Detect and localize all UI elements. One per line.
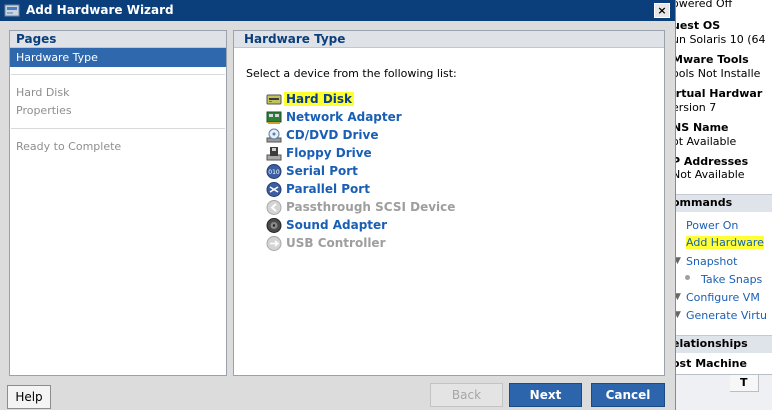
hardware-type-panel: Hardware Type Select a device from the f… <box>233 30 665 376</box>
host-grid: T <box>672 374 772 410</box>
snapshot-link[interactable]: Snapshot <box>686 255 737 268</box>
title-bar[interactable]: Add Hardware Wizard × <box>0 0 675 21</box>
floppy-drive-icon <box>266 147 282 161</box>
help-button[interactable]: Help <box>7 385 51 409</box>
device-label: Network Adapter <box>286 110 402 124</box>
commands-header-label: ommands <box>672 196 733 209</box>
ip-addresses-label: P Addresses <box>672 155 749 168</box>
power-state-value: owered Off <box>672 0 733 10</box>
commands-section-header: ommands <box>672 194 772 212</box>
instruction-text: Select a device from the following list: <box>246 67 457 80</box>
divider <box>11 128 225 129</box>
cancel-button[interactable]: Cancel <box>591 383 665 407</box>
sound-adapter-icon <box>266 218 282 233</box>
panel-header: Hardware Type <box>234 31 664 48</box>
serial-port-icon: 010 <box>266 164 282 179</box>
device-label: Floppy Drive <box>286 146 372 160</box>
device-sound-adapter[interactable]: Sound Adapter <box>266 217 546 234</box>
bullet-icon <box>685 275 690 280</box>
network-adapter-icon <box>266 111 282 124</box>
pages-header: Pages <box>10 31 226 48</box>
device-label: Sound Adapter <box>286 218 388 232</box>
ip-addresses-value: Not Available <box>672 168 745 181</box>
add-hardware-link[interactable]: Add Hardware <box>686 236 764 249</box>
next-button[interactable]: Next <box>509 383 582 407</box>
cd-dvd-drive-icon <box>266 128 282 143</box>
generate-link[interactable]: Generate Virtu <box>686 309 767 322</box>
virtual-hardware-label: irtual Hardwar <box>672 87 763 100</box>
virtual-hardware-value: ersion 7 <box>672 101 717 114</box>
device-network-adapter[interactable]: Network Adapter <box>266 109 546 126</box>
device-serial-port[interactable]: 010 Serial Port <box>266 163 546 180</box>
divider <box>11 74 225 75</box>
device-cd-dvd-drive[interactable]: CD/DVD Drive <box>266 127 546 144</box>
device-parallel-port[interactable]: Parallel Port <box>266 181 546 198</box>
device-usb-controller: USB Controller <box>266 235 546 252</box>
grid-column-header[interactable]: T <box>730 375 759 392</box>
dns-name-value: ot Available <box>672 135 737 148</box>
host-machine-label: ost Machine <box>672 357 747 370</box>
device-label: USB Controller <box>286 236 386 250</box>
page-item-hardware-type[interactable]: Hardware Type <box>10 48 226 67</box>
guest-os-value: un Solaris 10 (64 <box>672 33 766 46</box>
grid-column-label: T <box>740 376 748 389</box>
guest-os-label: uest OS <box>672 19 721 32</box>
device-label: Hard Disk <box>284 92 355 106</box>
device-label: Serial Port <box>286 164 358 178</box>
dns-name-label: NS Name <box>672 121 729 134</box>
parallel-port-icon <box>266 182 282 197</box>
take-snapshot-link[interactable]: Take Snaps <box>701 273 762 286</box>
device-label: Passthrough SCSI Device <box>286 200 456 214</box>
device-hard-disk[interactable]: Hard Disk <box>266 91 546 108</box>
vmware-tools-value: ools Not Installe <box>672 67 761 80</box>
page-item-hard-disk[interactable]: Hard Disk <box>10 83 226 102</box>
device-floppy-drive[interactable]: Floppy Drive <box>266 145 546 162</box>
back-button[interactable]: Back <box>430 383 503 407</box>
configure-vm-link[interactable]: Configure VM <box>686 291 760 304</box>
dialog-title: Add Hardware Wizard <box>26 3 174 17</box>
device-label: CD/DVD Drive <box>286 128 379 142</box>
page-item-properties[interactable]: Properties <box>10 101 226 120</box>
page-item-ready-to-complete[interactable]: Ready to Complete <box>10 137 226 156</box>
usb-controller-icon <box>266 236 282 251</box>
add-hardware-wizard-dialog: Add Hardware Wizard × Pages Hardware Typ… <box>0 0 676 410</box>
svg-text:010: 010 <box>268 169 280 176</box>
vm-summary-panel: owered Off uest OS un Solaris 10 (64 Mwa… <box>672 0 772 410</box>
close-button[interactable]: × <box>654 3 670 18</box>
hard-disk-icon <box>266 94 282 105</box>
power-on-link[interactable]: Power On <box>686 219 738 232</box>
relationships-header-label: elationships <box>672 337 748 350</box>
relationships-section-header: elationships <box>672 335 772 353</box>
vmware-tools-label: Mware Tools <box>672 53 749 66</box>
pages-panel: Pages Hardware Type Hard Disk Properties… <box>9 30 227 376</box>
scsi-device-icon <box>266 200 282 215</box>
device-label: Parallel Port <box>286 182 370 196</box>
wizard-icon <box>4 4 20 17</box>
device-passthrough-scsi: Passthrough SCSI Device <box>266 199 546 216</box>
